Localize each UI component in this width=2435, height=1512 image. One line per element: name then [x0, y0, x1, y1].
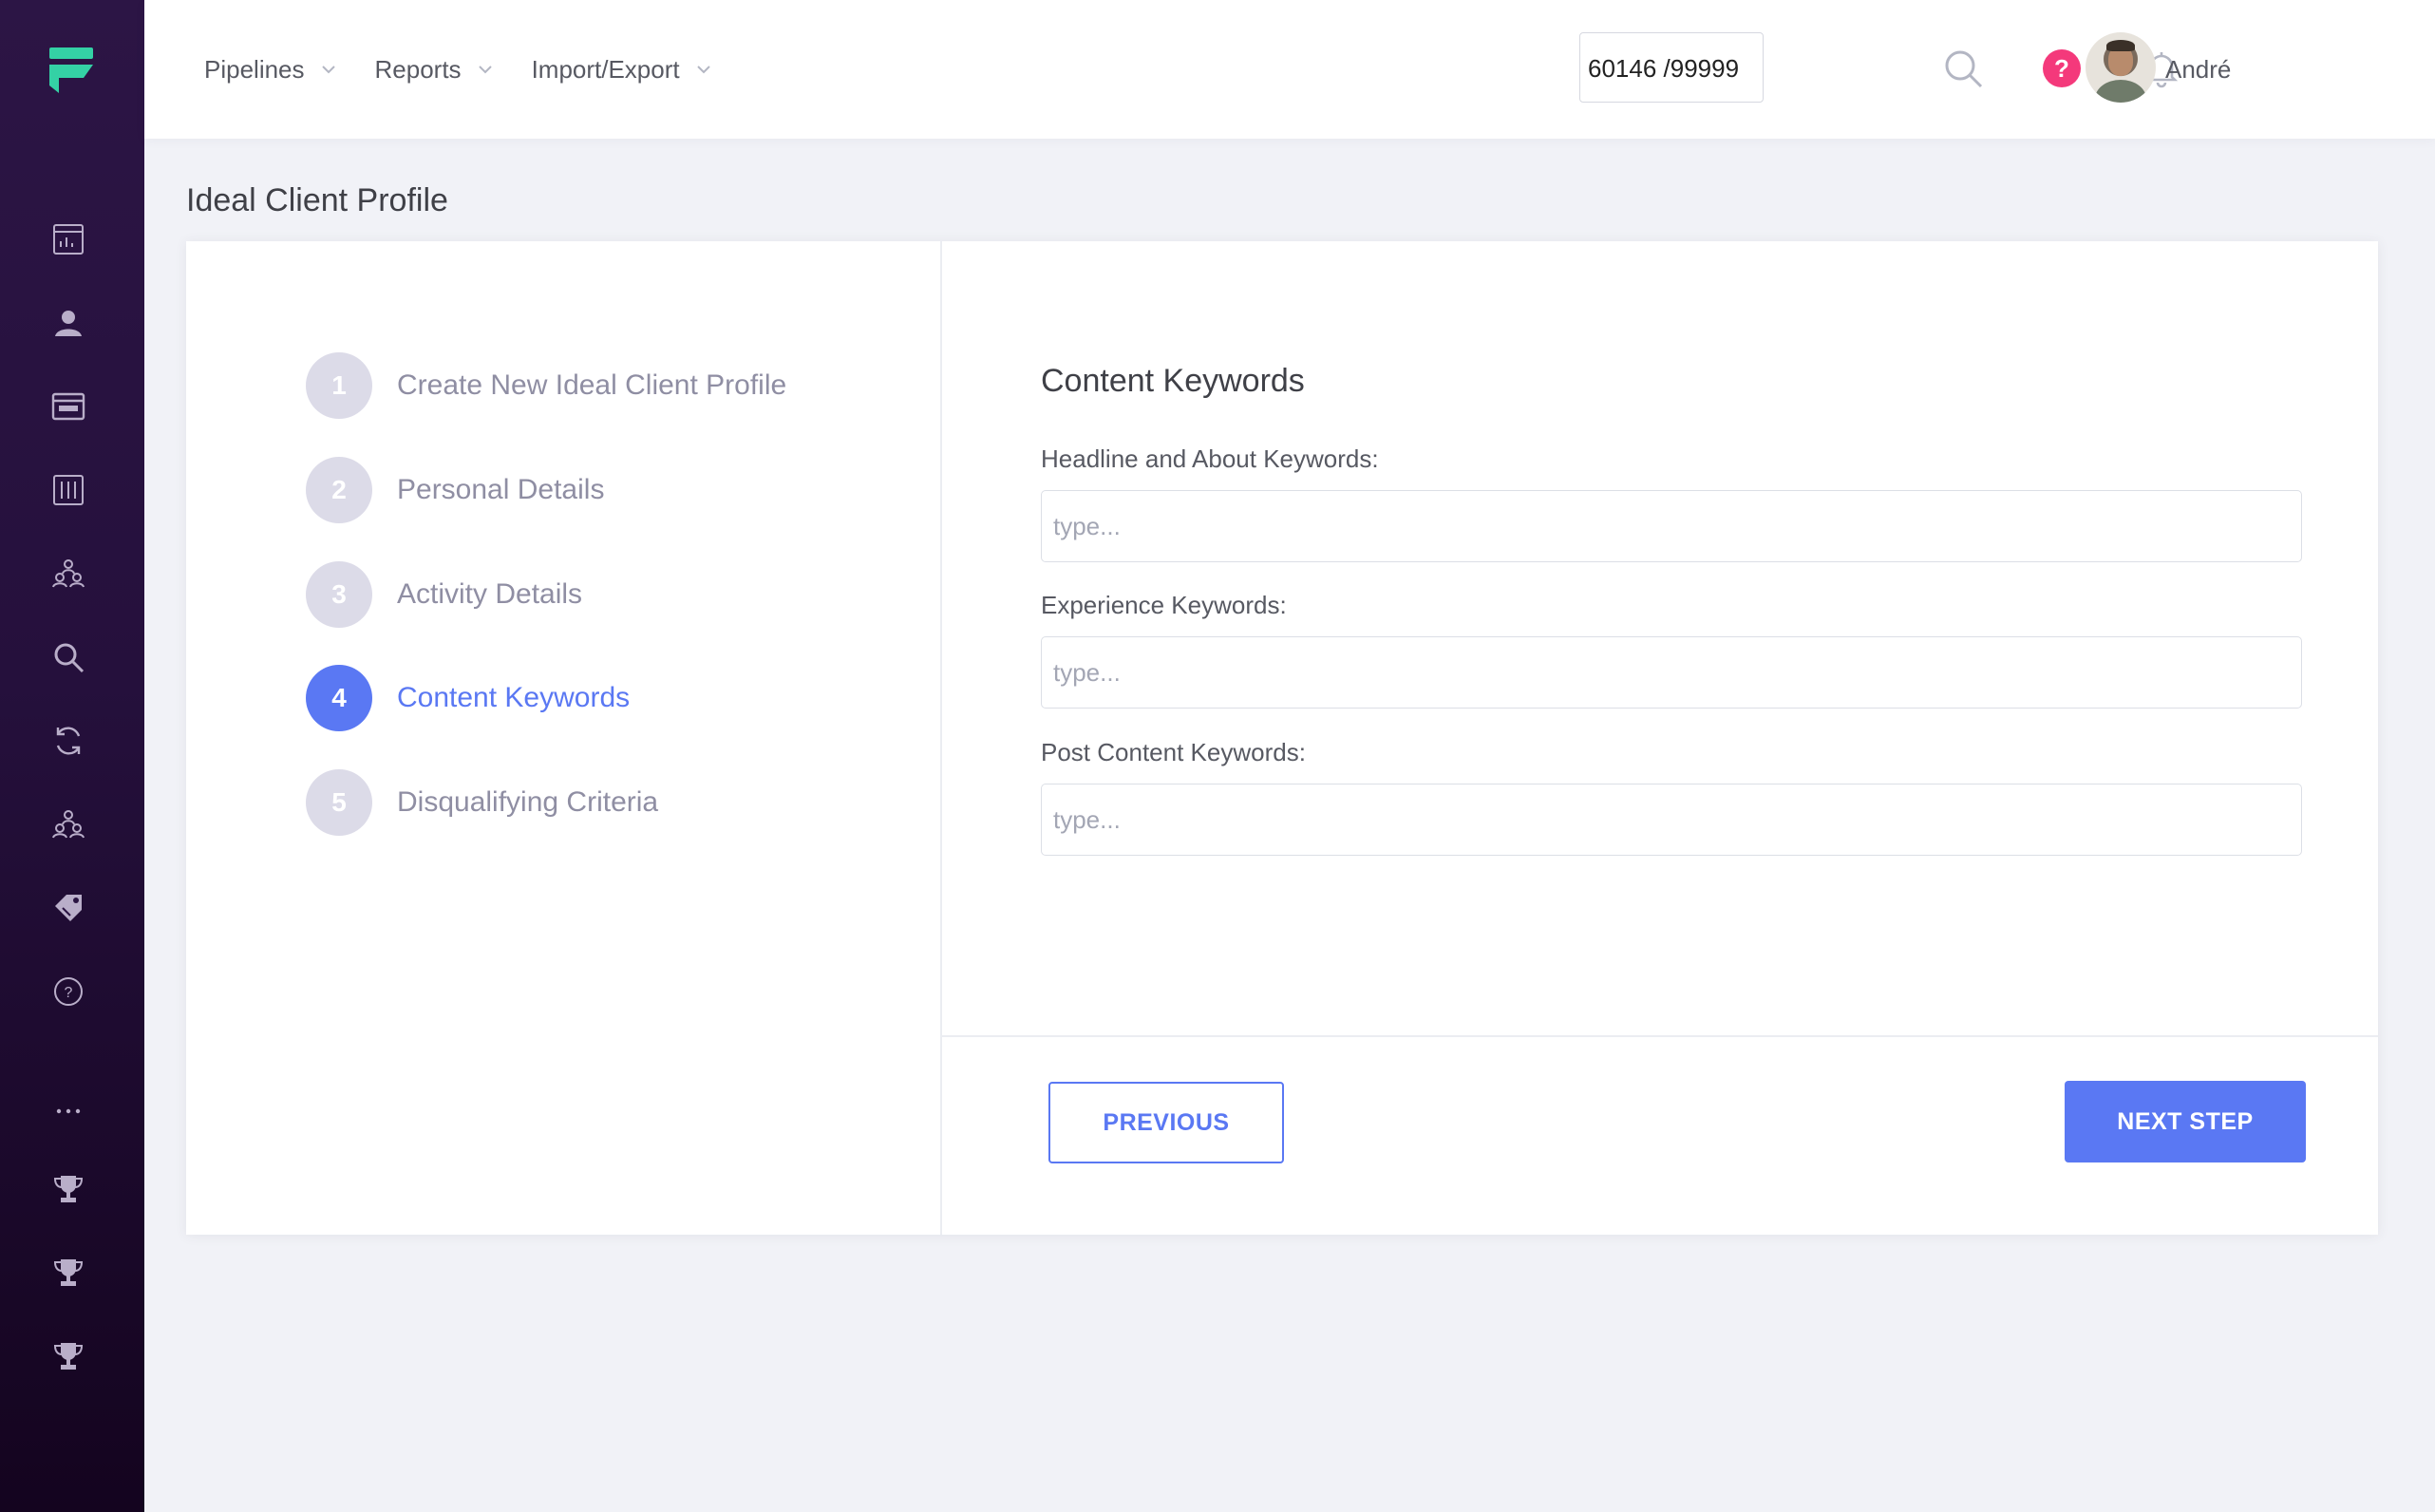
trophy-icon[interactable]: [46, 1333, 91, 1379]
step-label: Activity Details: [397, 578, 583, 610]
search-icon[interactable]: [46, 634, 91, 680]
form-title: Content Keywords: [1041, 363, 1305, 399]
chevron-down-icon: [696, 66, 710, 74]
more-dots-icon[interactable]: [46, 1085, 91, 1130]
wizard-step-3[interactable]: 3 Activity Details: [306, 561, 582, 628]
contacts-icon[interactable]: [46, 300, 91, 346]
group-icon[interactable]: [46, 802, 91, 847]
browser-window-icon[interactable]: [46, 384, 91, 429]
usage-counter: 60146 /99999: [1579, 32, 1764, 103]
nav-pipelines[interactable]: Pipelines: [204, 55, 339, 85]
step-number: 5: [306, 769, 372, 836]
page-title: Ideal Client Profile: [186, 182, 448, 218]
step-number: 3: [306, 561, 372, 628]
team-icon[interactable]: [46, 551, 91, 596]
top-nav: Pipelines Reports Import/Export: [204, 0, 750, 139]
nav-import-export[interactable]: Import/Export: [532, 55, 714, 85]
wizard-step-1[interactable]: 1 Create New Ideal Client Profile: [306, 352, 786, 419]
dashboard-icon[interactable]: [46, 217, 91, 262]
help-button[interactable]: ?: [2040, 47, 2084, 90]
chevron-down-icon: [321, 66, 335, 74]
nav-pipelines-label: Pipelines: [204, 54, 305, 84]
sidebar: ?: [0, 0, 144, 1512]
step-number: 1: [306, 352, 372, 419]
previous-button[interactable]: PREVIOUS: [1048, 1082, 1284, 1163]
wizard-step-5[interactable]: 5 Disqualifying Criteria: [306, 769, 658, 836]
wizard-steps: 1 Create New Ideal Client Profile 2 Pers…: [186, 241, 942, 1235]
step-number: 2: [306, 457, 372, 523]
experience-keywords-label: Experience Keywords:: [1041, 591, 1287, 619]
wizard-step-4[interactable]: 4 Content Keywords: [306, 665, 630, 731]
help-icon: ?: [2043, 49, 2081, 87]
nav-reports[interactable]: Reports: [375, 55, 496, 85]
nav-reports-label: Reports: [374, 54, 462, 84]
help-circle-icon[interactable]: ?: [46, 969, 91, 1014]
trophy-icon[interactable]: [46, 1250, 91, 1295]
tag-icon[interactable]: [46, 885, 91, 931]
form-footer: PREVIOUS NEXT STEP: [942, 1035, 2378, 1237]
step-label: Personal Details: [397, 474, 605, 505]
user-avatar[interactable]: [2086, 32, 2156, 103]
content-keywords-form: Content Keywords Headline and About Keyw…: [942, 241, 2378, 1235]
wizard-card: 1 Create New Ideal Client Profile 2 Pers…: [186, 241, 2378, 1235]
nav-import-export-label: Import/Export: [531, 54, 680, 84]
trophy-icon[interactable]: [46, 1166, 91, 1212]
next-step-button[interactable]: NEXT STEP: [2065, 1081, 2306, 1162]
post-content-keywords-input[interactable]: [1041, 784, 2302, 856]
wizard-step-2[interactable]: 2 Personal Details: [306, 457, 604, 523]
columns-board-icon[interactable]: [46, 467, 91, 513]
chevron-down-icon: [478, 66, 492, 74]
headline-keywords-label: Headline and About Keywords:: [1041, 444, 1379, 473]
post-content-keywords-label: Post Content Keywords:: [1041, 738, 1306, 766]
svg-text:?: ?: [65, 985, 73, 1001]
user-name[interactable]: André: [2165, 0, 2231, 139]
app-logo[interactable]: [46, 44, 99, 97]
search-icon[interactable]: [1941, 47, 1985, 90]
sync-icon[interactable]: [46, 718, 91, 764]
step-number: 4: [306, 665, 372, 731]
experience-keywords-input[interactable]: [1041, 636, 2302, 709]
step-label: Create New Ideal Client Profile: [397, 369, 787, 401]
headline-keywords-input[interactable]: [1041, 490, 2302, 562]
step-label: Content Keywords: [397, 682, 631, 713]
step-label: Disqualifying Criteria: [397, 786, 659, 818]
